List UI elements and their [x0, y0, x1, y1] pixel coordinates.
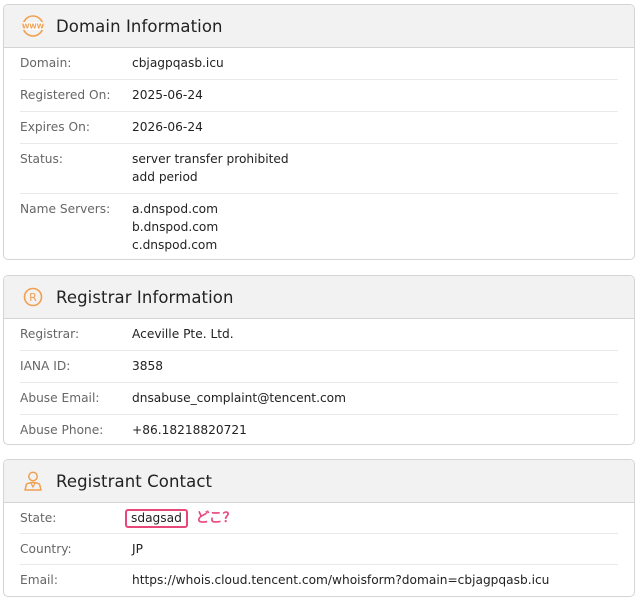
row-label: Expires On: [20, 120, 90, 134]
row-value: 2025-06-24 [132, 86, 203, 111]
row-label: Registrar: [20, 327, 80, 341]
row-value: Aceville Pte. Ltd. [132, 325, 234, 350]
panel-title: Domain Information [56, 16, 223, 36]
registered-trademark-icon: R [21, 285, 45, 309]
registrant-contact-panel: Registrant Contact State: sdagsad どこ？ Cou… [3, 459, 635, 597]
row-value-line: add period [132, 170, 198, 184]
person-icon [21, 469, 45, 493]
svg-text:R: R [29, 291, 37, 304]
info-row: Registered On: 2025-06-24 [20, 80, 618, 112]
row-value-line: 2026-06-24 [132, 120, 203, 134]
row-value-line: https://whois.cloud.tencent.com/whoisfor… [132, 573, 550, 587]
row-label: Domain: [20, 56, 72, 70]
www-globe-icon: WWW [21, 14, 45, 38]
row-value: JP [132, 540, 143, 564]
row-value: 3858 [132, 357, 163, 382]
info-row: Expires On: 2026-06-24 [20, 112, 618, 144]
info-row: IANA ID: 3858 [20, 351, 618, 383]
svg-text:WWW: WWW [22, 23, 45, 31]
row-value-line: server transfer prohibited [132, 152, 289, 166]
row-label: Email: [20, 573, 58, 587]
row-label: State: [20, 511, 57, 525]
row-value-line: cbjagpqasb.icu [132, 56, 224, 70]
panel-title: Registrar Information [56, 287, 234, 307]
row-label: Country: [20, 542, 72, 556]
row-value-line: Aceville Pte. Ltd. [132, 327, 234, 341]
row-value: cbjagpqasb.icu [132, 54, 224, 79]
info-row: Country: JP [20, 534, 618, 565]
row-value-line: a.dnspod.com [132, 202, 218, 216]
row-value-line: c.dnspod.com [132, 238, 218, 252]
info-row: Email: https://whois.cloud.tencent.com/wh… [20, 565, 618, 596]
info-row: Domain: cbjagpqasb.icu [20, 48, 618, 80]
row-value: 2026-06-24 [132, 118, 203, 143]
info-row: Abuse Email: dnsabuse_complaint@tencent.c… [20, 383, 618, 415]
row-label: Registered On: [20, 88, 111, 102]
highlighted-state-value: sdagsad [125, 509, 188, 528]
row-label: Abuse Email: [20, 391, 100, 405]
row-value-line: dnsabuse_complaint@tencent.com [132, 391, 346, 405]
row-value: sdagsad どこ？ [125, 509, 236, 533]
domain-information-panel: WWW Domain Information Domain: cbjagpqasb… [3, 4, 635, 260]
registrant-contact-header: Registrant Contact [4, 460, 634, 503]
row-label: Abuse Phone: [20, 423, 104, 437]
registrar-information-panel: R Registrar Information Registrar: Acevil… [3, 275, 635, 445]
info-row: Registrar: Aceville Pte. Ltd. [20, 319, 618, 351]
row-value-line: JP [132, 542, 143, 556]
row-value: a.dnspod.com b.dnspod.com c.dnspod.com [132, 200, 219, 259]
info-row-state: State: sdagsad どこ？ [20, 503, 618, 534]
row-value: dnsabuse_complaint@tencent.com [132, 389, 346, 414]
row-label: Status: [20, 152, 63, 166]
row-value-line: 3858 [132, 359, 164, 373]
info-row: Name Servers: a.dnspod.com b.dnspod.com c.d… [20, 194, 618, 259]
row-value-line: 2025-06-24 [132, 88, 203, 102]
domain-information-rows: Domain: cbjagpqasb.icu Registered On: 2025-… [4, 48, 634, 259]
row-value-line: b.dnspod.com [132, 220, 219, 234]
registrant-contact-extra-rows: Country: JP Email: https://whois.cloud.tenc… [20, 534, 618, 596]
row-label: IANA ID: [20, 359, 71, 373]
info-row: Abuse Phone: +86.18218820721 [20, 415, 618, 444]
domain-information-header: WWW Domain Information [4, 5, 634, 48]
registrant-contact-rows: State: sdagsad どこ？ Country: JP Email: https:… [4, 503, 634, 596]
info-row: Status: server transfer prohibited add per… [20, 144, 618, 194]
row-value: server transfer prohibited add period [132, 150, 289, 193]
registrar-information-header: R Registrar Information [4, 276, 634, 319]
row-label: Name Servers: [20, 202, 111, 216]
annotation-note: どこ？ [195, 510, 236, 526]
row-value: +86.18218820721 [132, 421, 247, 444]
row-value: https://whois.cloud.tencent.com/whoisfor… [132, 571, 549, 596]
registrar-information-rows: Registrar: Aceville Pte. Ltd. IANA ID: 3858… [4, 319, 634, 444]
row-value-line: +86.18218820721 [132, 423, 247, 437]
panel-title: Registrant Contact [56, 471, 213, 491]
